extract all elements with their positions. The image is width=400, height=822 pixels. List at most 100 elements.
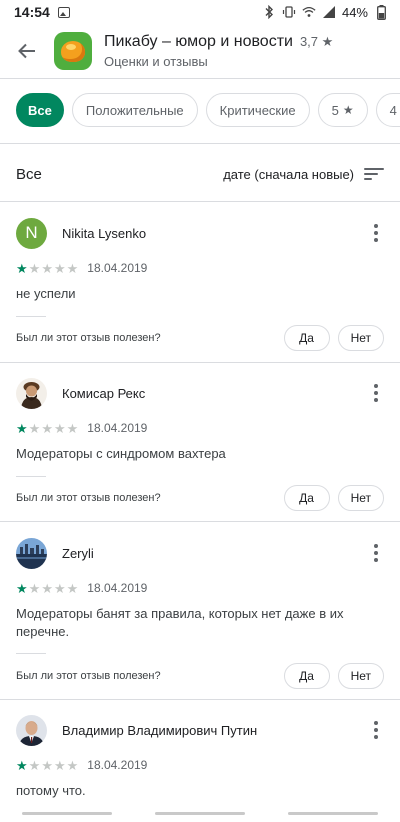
helpful-question: Был ли этот отзыв полезен? xyxy=(16,332,161,344)
helpful-yes-button[interactable]: Да xyxy=(283,663,330,689)
status-bar: 14:54 44% xyxy=(0,0,400,24)
battery-percent: 44% xyxy=(341,4,368,20)
back-button[interactable] xyxy=(0,24,54,78)
more-options-icon[interactable] xyxy=(368,381,384,405)
helpful-question: Был ли этот отзыв полезен? xyxy=(16,670,161,682)
system-nav-bar xyxy=(0,805,400,822)
star-empty-icon: ★ xyxy=(66,420,79,436)
review-separator xyxy=(16,653,46,654)
signal-icon xyxy=(322,5,336,19)
nav-handle[interactable] xyxy=(288,812,379,815)
app-icon xyxy=(54,32,92,70)
page-subtitle: Оценки и отзывы xyxy=(104,54,208,69)
rating-stars: ★ ★ ★ ★ ★ xyxy=(16,582,78,595)
wifi-icon xyxy=(302,5,316,19)
sort-row: Все дате (сначала новые) xyxy=(0,158,400,190)
avatar: N xyxy=(16,217,47,249)
chip-label: Все xyxy=(28,102,52,118)
more-options-icon[interactable] xyxy=(368,221,384,245)
sort-icon[interactable] xyxy=(364,167,384,181)
avatar xyxy=(16,714,47,746)
helpful-no-button[interactable]: Нет xyxy=(337,325,384,351)
star-filled-icon: ★ xyxy=(16,420,28,436)
review-card: Zeryli ★ ★ ★ ★ ★ 18.04.2019 Модераторы банят… xyxy=(0,537,400,699)
rating-stars: ★ ★ ★ ★ ★ xyxy=(16,262,78,275)
star-filled-icon: ★ xyxy=(16,757,28,773)
star-empty-icon: ★ xyxy=(53,260,66,276)
chips-divider xyxy=(0,143,400,144)
review-card: Комисар Рекс ★ ★ ★ ★ ★ 18.04.2019 Модераторы… xyxy=(0,377,400,521)
helpful-question: Был ли этот отзыв полезен? xyxy=(16,492,161,504)
star-filled-icon: ★ xyxy=(16,580,28,596)
star-empty-icon: ★ xyxy=(28,260,41,276)
review-date: 18.04.2019 xyxy=(87,421,148,435)
helpful-yes-button[interactable]: Да xyxy=(283,325,330,351)
helpful-no-button[interactable]: Нет xyxy=(337,663,384,689)
review-text: потому что. xyxy=(16,783,86,798)
chip-critical[interactable]: Критические xyxy=(205,93,310,127)
review-card: N Nikita Lysenko ★ ★ ★ ★ ★ 18.04.2019 не усп… xyxy=(0,217,400,362)
chip-label: Положительные xyxy=(85,102,184,118)
gallery-notification-icon xyxy=(57,6,70,18)
avatar xyxy=(16,537,47,569)
chip-all[interactable]: Все xyxy=(16,93,64,127)
more-options-icon[interactable] xyxy=(368,718,384,742)
star-empty-icon: ★ xyxy=(66,260,79,276)
review-divider xyxy=(0,362,400,363)
rating-stars: ★ ★ ★ ★ ★ xyxy=(16,422,78,435)
star-empty-icon: ★ xyxy=(53,580,66,596)
review-date: 18.04.2019 xyxy=(87,261,148,275)
app-title: Пикабу – юмор и новости xyxy=(104,33,293,50)
reviewer-name: Владимир Владимирович Путин xyxy=(62,722,258,738)
app-rating: 3,7 ★ xyxy=(299,34,334,49)
sort-all-label: Все xyxy=(16,165,42,183)
arrow-back-icon xyxy=(18,43,35,59)
reviewer-name: Zeryli xyxy=(62,545,94,561)
chip-label: 5 xyxy=(331,102,339,118)
star-empty-icon: ★ xyxy=(41,580,53,596)
review-text: Модераторы с синдромом вахтера xyxy=(16,446,226,461)
nav-handle[interactable] xyxy=(154,812,245,815)
chip-label: 4 xyxy=(389,102,397,118)
avatar xyxy=(16,377,47,409)
sort-selector[interactable]: дате (сначала новые) xyxy=(223,167,354,182)
helpful-yes-button[interactable]: Да xyxy=(283,485,330,511)
review-divider xyxy=(0,699,400,700)
vibrate-icon xyxy=(282,5,296,19)
chip-4-stars[interactable]: 4★ xyxy=(375,93,400,127)
review-date: 18.04.2019 xyxy=(87,581,148,595)
helpful-no-button[interactable]: Нет xyxy=(337,485,384,511)
review-separator xyxy=(16,476,46,477)
rating-stars: ★ ★ ★ ★ ★ xyxy=(16,759,78,772)
star-empty-icon: ★ xyxy=(53,757,66,773)
star-empty-icon: ★ xyxy=(28,420,41,436)
chip-5-stars[interactable]: 5 ★ xyxy=(317,93,368,127)
star-empty-icon: ★ xyxy=(66,580,79,596)
star-icon: ★ xyxy=(342,103,354,117)
app-bar: Пикабу – юмор и новости 3,7 ★ Оценки и о… xyxy=(0,24,400,78)
star-filled-icon: ★ xyxy=(16,260,28,276)
review-text: Модераторы банят за правила, которых нет… xyxy=(16,606,344,639)
review-card: Владимир Владимирович Путин ★ ★ ★ ★ ★ 18.04.… xyxy=(0,714,400,805)
star-empty-icon: ★ xyxy=(41,420,53,436)
status-time: 14:54 xyxy=(14,4,50,20)
star-empty-icon: ★ xyxy=(28,757,41,773)
battery-icon xyxy=(374,4,388,20)
reviewer-name: Nikita Lysenko xyxy=(62,225,147,241)
review-date: 18.04.2019 xyxy=(87,758,148,772)
sort-divider xyxy=(0,201,400,202)
review-text: не успели xyxy=(16,286,76,301)
star-empty-icon: ★ xyxy=(53,420,66,436)
chip-label: Критические xyxy=(219,102,296,118)
more-options-icon[interactable] xyxy=(368,541,384,565)
bluetooth-icon xyxy=(262,5,276,19)
chip-positive[interactable]: Положительные xyxy=(71,93,198,127)
status-right: 44% xyxy=(262,4,388,20)
star-empty-icon: ★ xyxy=(41,260,53,276)
header-divider xyxy=(0,78,400,79)
app-titles: Пикабу – юмор и новости 3,7 ★ Оценки и о… xyxy=(104,33,333,69)
star-empty-icon: ★ xyxy=(66,757,79,773)
filter-chips: Все Положительные Критические 5★ 4★ xyxy=(16,93,400,129)
nav-handle[interactable] xyxy=(21,812,112,815)
star-empty-icon: ★ xyxy=(41,757,53,773)
